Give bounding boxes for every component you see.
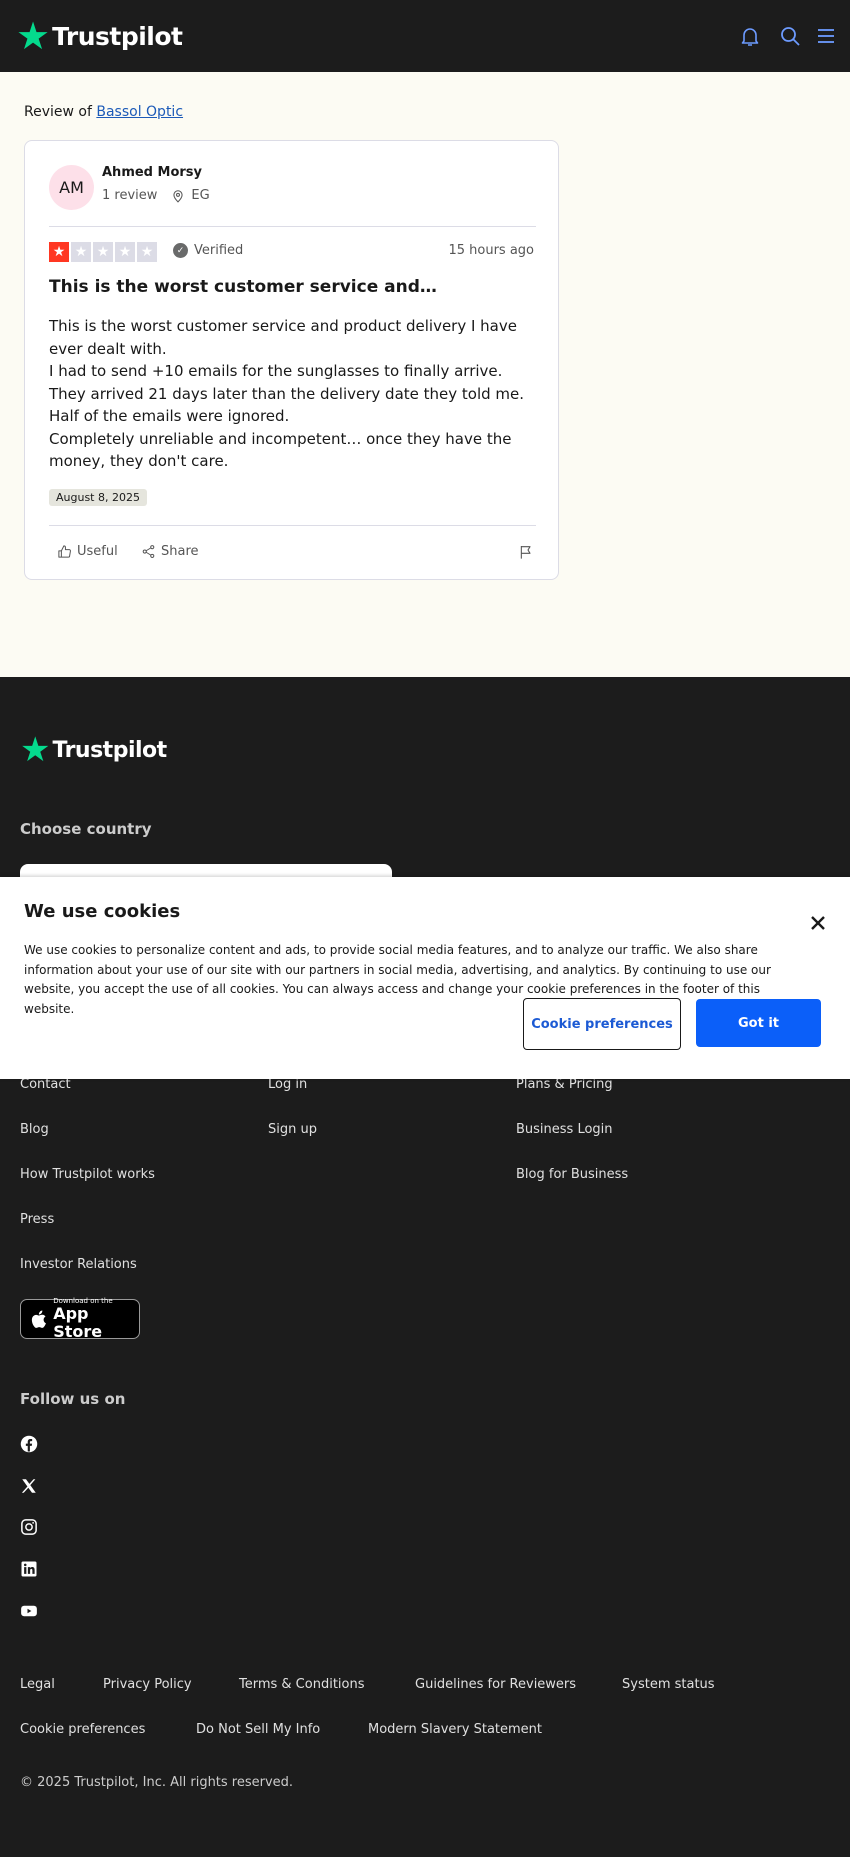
- review-body-line: Completely unreliable and incompetent… o…: [49, 429, 512, 471]
- app-store-big-text: App Store: [53, 1304, 103, 1341]
- star-empty-icon: ★: [137, 242, 157, 262]
- footer-logo-text: Trustpilot: [52, 737, 167, 763]
- useful-label: Useful: [77, 544, 118, 559]
- report-flag-icon[interactable]: [518, 543, 534, 561]
- company-link[interactable]: Bassol Optic: [96, 104, 183, 120]
- x-twitter-icon[interactable]: [20, 1477, 38, 1495]
- facebook-icon[interactable]: [20, 1435, 38, 1453]
- date-of-experience-badge: August 8, 2025: [49, 489, 147, 506]
- review-time-ago: 15 hours ago: [448, 243, 534, 258]
- review-of-prefix: Review of: [24, 104, 92, 120]
- divider: [49, 226, 536, 227]
- choose-country-heading: Choose country: [20, 820, 152, 838]
- star-empty-icon: ★: [93, 242, 113, 262]
- location-pin-icon: [173, 189, 184, 203]
- legal-link-legal[interactable]: Legal: [20, 1677, 55, 1692]
- verified-label: Verified: [194, 243, 244, 258]
- footer-link-sign-up[interactable]: Sign up: [268, 1122, 317, 1137]
- footer-link-how-trustpilot-works[interactable]: How Trustpilot works: [20, 1167, 155, 1182]
- logo-text: Trustpilot: [52, 21, 183, 51]
- app-store-badge[interactable]: Download on the App Store: [20, 1297, 140, 1341]
- footer-link-press[interactable]: Press: [20, 1212, 54, 1227]
- review-title: This is the worst customer service and…: [49, 277, 437, 297]
- search-icon[interactable]: [778, 24, 802, 48]
- footer-trustpilot-logo[interactable]: ★ Trustpilot: [20, 733, 167, 767]
- review-card: AM Ahmed Morsy 1 review EG ★ ★ ★ ★ ★ ✓ Verif…: [24, 140, 559, 580]
- youtube-icon[interactable]: [20, 1602, 38, 1620]
- instagram-icon[interactable]: [20, 1518, 38, 1536]
- close-icon[interactable]: [810, 915, 826, 931]
- legal-link-privacy-policy[interactable]: Privacy Policy: [103, 1677, 192, 1692]
- share-icon: [142, 545, 155, 558]
- country-code: EG: [191, 188, 210, 203]
- follow-us-heading: Follow us on: [20, 1390, 126, 1408]
- review-of-line: Review of Bassol Optic: [24, 104, 183, 120]
- share-button[interactable]: Share: [141, 544, 199, 559]
- footer-link-investor-relations[interactable]: Investor Relations: [20, 1257, 137, 1272]
- review-body-line: I had to send +10 emails for the sunglas…: [49, 362, 525, 425]
- footer: ★ Trustpilot Choose country Contact Blog…: [0, 677, 850, 1857]
- review-count: 1 review: [102, 188, 158, 203]
- cookie-banner-title: We use cookies: [24, 901, 181, 922]
- legal-link-system-status[interactable]: System status: [622, 1677, 715, 1692]
- copyright-text: © 2025 Trustpilot, Inc. All rights reser…: [20, 1775, 294, 1790]
- legal-link-guidelines-for-reviewers[interactable]: Guidelines for Reviewers: [415, 1677, 576, 1692]
- footer-link-log-in[interactable]: Log in: [268, 1077, 307, 1092]
- trustpilot-star-icon: ★: [16, 14, 51, 58]
- hamburger-menu-icon[interactable]: [814, 24, 838, 48]
- linkedin-icon[interactable]: [20, 1560, 38, 1578]
- avatar[interactable]: AM: [49, 165, 94, 210]
- star-empty-icon: ★: [71, 242, 91, 262]
- cookie-preferences-button[interactable]: Cookie preferences: [523, 998, 681, 1050]
- footer-link-contact[interactable]: Contact: [20, 1077, 71, 1092]
- star-rating: ★ ★ ★ ★ ★: [49, 242, 157, 262]
- accept-cookies-button[interactable]: Got it: [696, 999, 821, 1047]
- top-navigation-bar: ★ Trustpilot: [0, 0, 850, 72]
- review-body: This is the worst customer service and p…: [49, 315, 536, 473]
- reviewer-name[interactable]: Ahmed Morsy: [102, 165, 202, 180]
- thumbs-up-icon: [58, 545, 71, 558]
- legal-link-modern-slavery-statement[interactable]: Modern Slavery Statement: [368, 1722, 542, 1737]
- app-store-text: Download on the App Store: [53, 1297, 139, 1341]
- trustpilot-logo[interactable]: ★ Trustpilot: [16, 17, 183, 55]
- footer-link-blog-for-business[interactable]: Blog for Business: [516, 1167, 628, 1182]
- cookie-banner: We use cookies We use cookies to persona…: [0, 877, 850, 1079]
- legal-link-terms-conditions[interactable]: Terms & Conditions: [239, 1677, 365, 1692]
- divider: [49, 525, 536, 526]
- verified-check-icon: ✓: [173, 243, 188, 258]
- trustpilot-star-icon: ★: [20, 730, 51, 770]
- reviewer-location: EG: [171, 188, 210, 203]
- footer-link-blog[interactable]: Blog: [20, 1122, 49, 1137]
- footer-link-business-login[interactable]: Business Login: [516, 1122, 613, 1137]
- useful-button[interactable]: Useful: [57, 544, 118, 559]
- review-body-line: This is the worst customer service and p…: [49, 317, 517, 358]
- reviewer-meta: 1 review EG: [102, 188, 210, 203]
- legal-link-do-not-sell-my-info[interactable]: Do Not Sell My Info: [196, 1722, 320, 1737]
- star-empty-icon: ★: [115, 242, 135, 262]
- apple-logo-icon: [31, 1310, 46, 1328]
- share-label: Share: [161, 544, 199, 559]
- legal-link-cookie-preferences[interactable]: Cookie preferences: [20, 1722, 145, 1737]
- star-filled-icon: ★: [49, 242, 69, 262]
- footer-link-plans-pricing[interactable]: Plans & Pricing: [516, 1077, 613, 1092]
- verified-badge[interactable]: ✓ Verified: [173, 243, 243, 258]
- notifications-bell-icon[interactable]: [738, 24, 762, 48]
